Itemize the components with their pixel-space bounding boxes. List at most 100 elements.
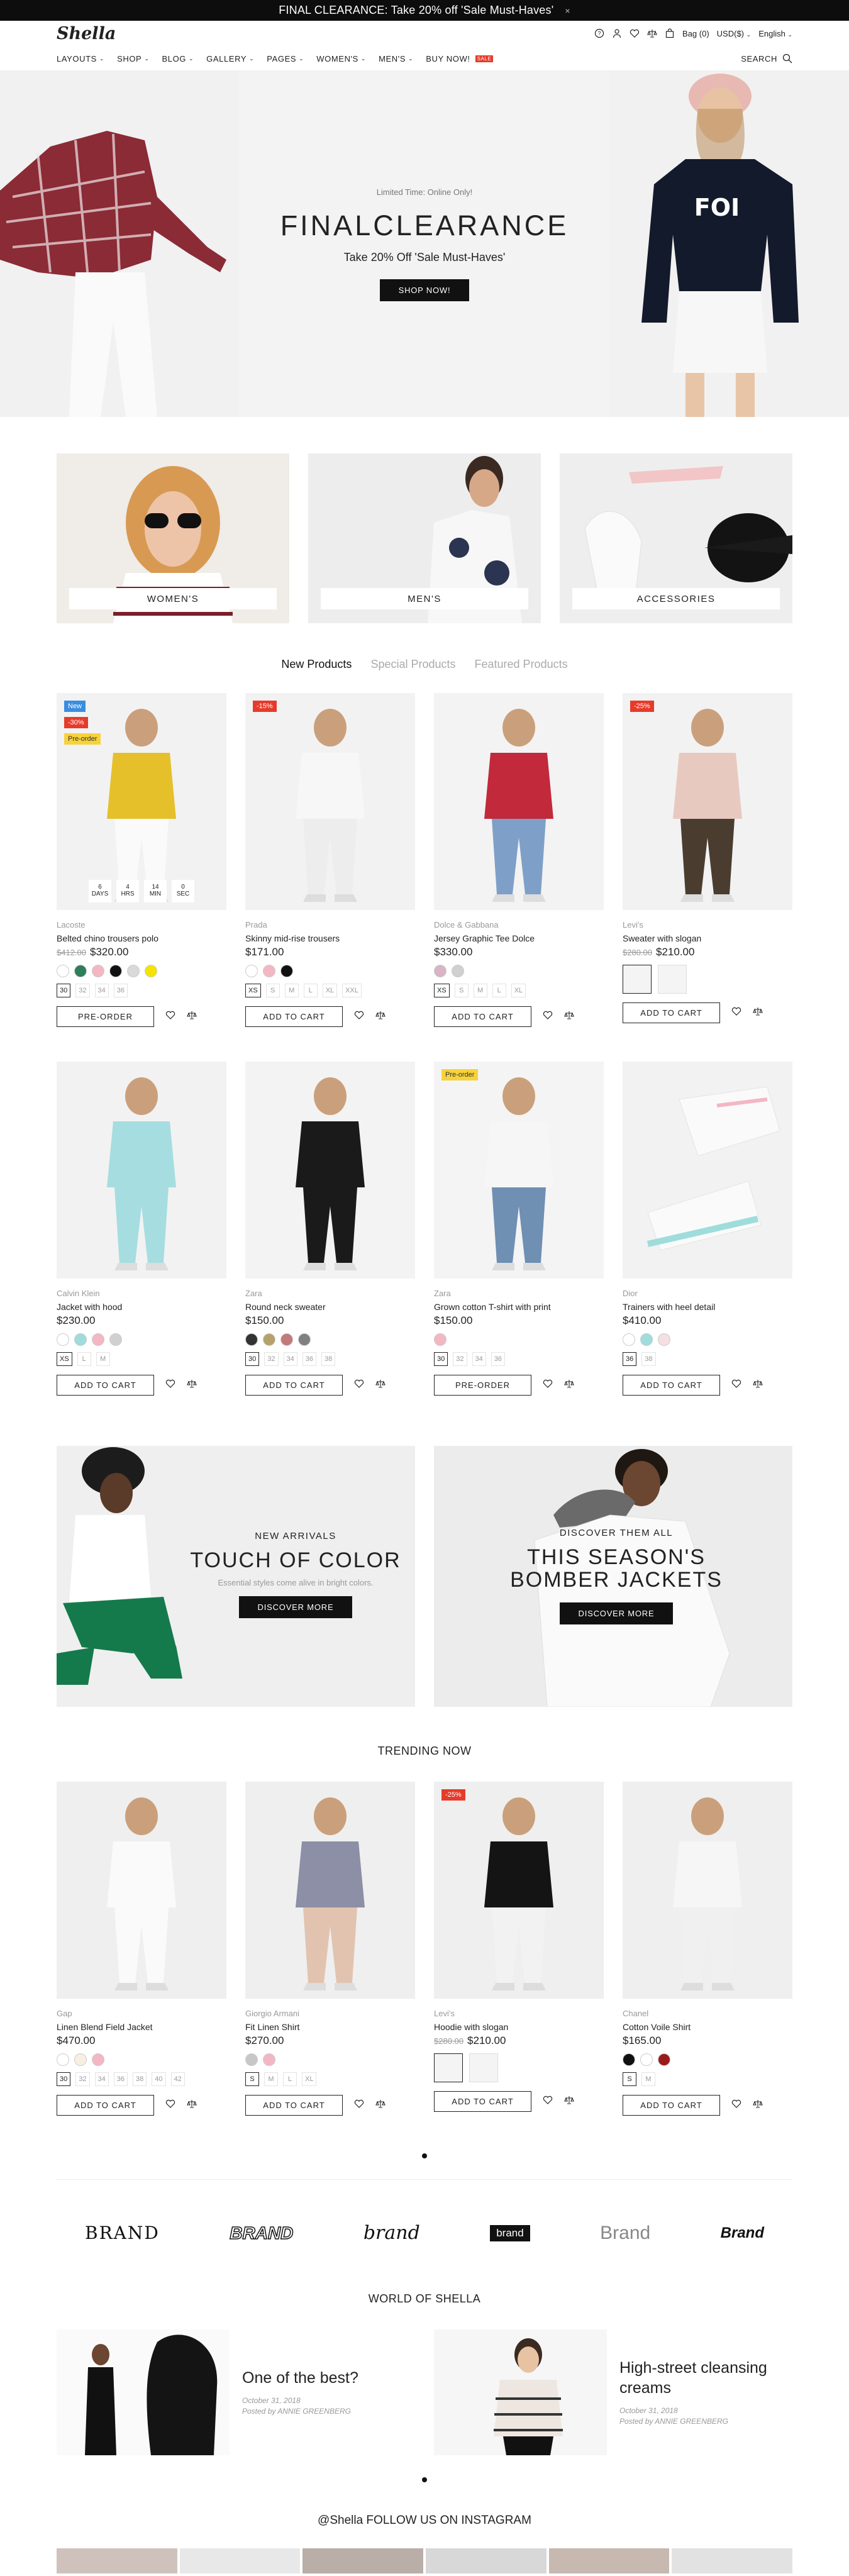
product-brand[interactable]: Prada: [245, 920, 415, 930]
wishlist-icon[interactable]: [165, 1010, 175, 1023]
brand-logo[interactable]: Brand: [600, 2223, 650, 2244]
color-swatch[interactable]: [452, 965, 464, 977]
product-brand[interactable]: Zara: [245, 1289, 415, 1298]
size-option[interactable]: 30: [434, 1352, 448, 1366]
add-to-cart-button[interactable]: ADD TO CART: [245, 1375, 343, 1396]
product-card[interactable]: Zara Round neck sweater $150.00 30 32 34 36 38 A…: [245, 1062, 415, 1396]
product-image[interactable]: [434, 693, 604, 910]
add-to-cart-button[interactable]: ADD TO CART: [623, 1002, 720, 1023]
size-option[interactable]: 34: [283, 1352, 297, 1366]
product-image[interactable]: Pre-order: [434, 1062, 604, 1279]
color-swatch[interactable]: [109, 1333, 122, 1346]
instagram-image[interactable]: [548, 2548, 670, 2573]
product-name[interactable]: Round neck sweater: [245, 1302, 415, 1312]
color-swatch[interactable]: [263, 965, 275, 977]
wishlist-icon[interactable]: [543, 1010, 553, 1023]
product-brand[interactable]: Giorgio Armani: [245, 2009, 415, 2018]
size-option[interactable]: M: [641, 2072, 655, 2086]
wishlist-icon[interactable]: [731, 1379, 741, 1392]
promo-touch-of-color[interactable]: NEW ARRIVALS TOUCH OF COLOR Essential st…: [57, 1446, 415, 1707]
wishlist-icon[interactable]: [543, 2095, 553, 2108]
blog-post[interactable]: High-street cleansing creams October 31,…: [434, 2329, 792, 2455]
product-card[interactable]: Dior Trainers with heel detail $410.00 36 38…: [623, 1062, 792, 1396]
size-option[interactable]: 38: [641, 1352, 656, 1366]
color-swatch[interactable]: [434, 1333, 447, 1346]
size-option[interactable]: 32: [75, 2072, 90, 2086]
color-swatch[interactable]: [640, 1333, 653, 1346]
variant-thumbnail[interactable]: [623, 965, 652, 994]
promo-bomber-jackets[interactable]: DISCOVER THEM ALL THIS SEASON'S BOMBER J…: [434, 1446, 792, 1707]
color-swatch[interactable]: [280, 965, 293, 977]
site-logo[interactable]: Shella: [57, 24, 116, 43]
color-swatch[interactable]: [623, 1333, 635, 1346]
wishlist-icon[interactable]: [731, 2099, 741, 2112]
close-icon[interactable]: ×: [565, 6, 570, 16]
discover-more-button[interactable]: DISCOVER MORE: [238, 1596, 353, 1618]
size-option[interactable]: L: [303, 984, 318, 997]
color-swatch[interactable]: [245, 2053, 258, 2066]
color-swatch[interactable]: [74, 965, 87, 977]
shop-now-button[interactable]: SHOP NOW!: [379, 279, 470, 301]
size-option[interactable]: 40: [152, 2072, 166, 2086]
product-card[interactable]: New -30% Pre-order 6 DAYS 4 HRS 14 MIN 0 SEC Lacost…: [57, 693, 226, 1027]
product-brand[interactable]: Gap: [57, 2009, 226, 2018]
discover-more-button[interactable]: DISCOVER MORE: [559, 1602, 674, 1624]
product-image[interactable]: [245, 1062, 415, 1279]
size-option[interactable]: 34: [94, 984, 109, 997]
nav-item[interactable]: BLOG ⌄: [162, 54, 194, 64]
tab-featured-products[interactable]: Featured Products: [475, 658, 568, 671]
product-image[interactable]: [57, 1782, 226, 1999]
variant-thumbnail[interactable]: [469, 2053, 498, 2082]
color-swatch[interactable]: [92, 1333, 104, 1346]
blog-post-title[interactable]: One of the best?: [242, 2368, 358, 2388]
color-swatch[interactable]: [263, 2053, 275, 2066]
instagram-image[interactable]: [672, 2548, 793, 2573]
compare-icon[interactable]: [564, 1010, 574, 1023]
color-swatch[interactable]: [109, 965, 122, 977]
compare-icon[interactable]: [187, 1010, 197, 1023]
color-swatch[interactable]: [245, 965, 258, 977]
language-select[interactable]: English ⌄: [758, 29, 792, 38]
size-option[interactable]: XS: [57, 1352, 72, 1366]
color-swatch[interactable]: [57, 965, 69, 977]
add-to-cart-button[interactable]: ADD TO CART: [623, 2095, 720, 2116]
wishlist-icon[interactable]: [731, 1006, 741, 1019]
product-card[interactable]: Dolce & Gabbana Jersey Graphic Tee Dolce $…: [434, 693, 604, 1027]
compare-icon[interactable]: [647, 28, 657, 38]
product-card[interactable]: Calvin Klein Jacket with hood $230.00 XS L M A…: [57, 1062, 226, 1396]
help-icon[interactable]: ?: [594, 28, 604, 38]
size-option[interactable]: 32: [264, 1352, 279, 1366]
product-card[interactable]: Giorgio Armani Fit Linen Shirt $270.00 S M L X…: [245, 1782, 415, 2116]
color-swatch[interactable]: [145, 965, 157, 977]
category-womens[interactable]: WOMEN'S: [57, 453, 289, 623]
product-image[interactable]: -25%: [434, 1782, 604, 1999]
color-swatch[interactable]: [57, 1333, 69, 1346]
instagram-image[interactable]: [426, 2548, 547, 2573]
color-swatch[interactable]: [280, 1333, 293, 1346]
size-option[interactable]: S: [454, 984, 469, 997]
size-option[interactable]: XXL: [342, 984, 362, 997]
wishlist-icon[interactable]: [165, 2099, 175, 2112]
add-to-cart-button[interactable]: ADD TO CART: [245, 1006, 343, 1027]
size-option[interactable]: 30: [57, 984, 71, 997]
size-option[interactable]: 34: [94, 2072, 109, 2086]
instagram-image[interactable]: [57, 2548, 177, 2573]
add-to-cart-button[interactable]: PRE-ORDER: [57, 1006, 154, 1027]
product-name[interactable]: Trainers with heel detail: [623, 1302, 792, 1312]
color-swatch[interactable]: [658, 2053, 670, 2066]
size-option[interactable]: XS: [245, 984, 261, 997]
compare-icon[interactable]: [753, 2099, 763, 2112]
color-swatch[interactable]: [434, 965, 447, 977]
blog-post[interactable]: One of the best? October 31, 2018 Posted…: [57, 2329, 415, 2455]
product-card[interactable]: Gap Linen Blend Field Jacket $470.00 30 32 34…: [57, 1782, 226, 2116]
size-option[interactable]: 36: [113, 2072, 128, 2086]
brand-logo[interactable]: brand: [363, 2222, 420, 2244]
size-option[interactable]: 36: [113, 984, 128, 997]
size-option[interactable]: 30: [57, 2072, 71, 2086]
size-option[interactable]: 36: [623, 1352, 637, 1366]
color-swatch[interactable]: [57, 2053, 69, 2066]
size-option[interactable]: S: [245, 2072, 259, 2086]
size-option[interactable]: 38: [133, 2072, 147, 2086]
category-mens[interactable]: MEN'S: [308, 453, 541, 623]
brand-logo[interactable]: Brand: [721, 2224, 764, 2242]
